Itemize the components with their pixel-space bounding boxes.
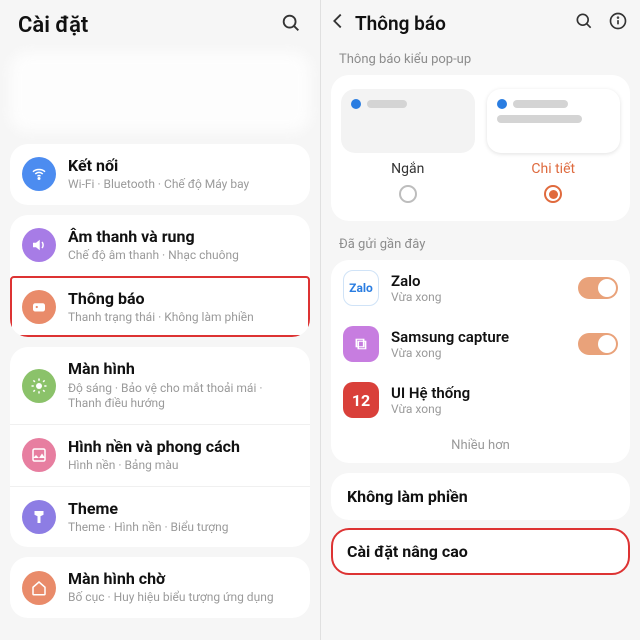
notifications-header: Thông báo (321, 0, 640, 46)
row-title: Hình nền và phong cách (68, 437, 298, 456)
settings-row-sound[interactable]: Âm thanh và rung Chế độ âm thanh · Nhạc c… (10, 215, 310, 276)
popup-style-card: Ngắn Chi tiết (331, 75, 630, 221)
notifications-pane: Thông báo Thông báo kiểu pop-up Ngắn Chi … (320, 0, 640, 640)
app-name: UI Hệ thống (391, 384, 618, 402)
theme-icon (22, 500, 56, 534)
back-icon[interactable] (327, 10, 349, 36)
search-icon[interactable] (574, 11, 594, 35)
settings-row-wallpaper[interactable]: Hình nền và phong cách Hình nền · Bảng mà… (10, 424, 310, 486)
row-subtitle: Theme · Hình nền · Biểu tượng (68, 520, 298, 536)
row-title: Theme (68, 499, 298, 518)
app-row-systemui[interactable]: 12 UI Hệ thốngVừa xong (331, 372, 630, 428)
app-name: Zalo (391, 272, 566, 290)
app-subtitle: Vừa xong (391, 346, 566, 360)
recent-apps-card: ZaloZaloVừa xong⧉Samsung captureVừa xong… (331, 260, 630, 463)
dnd-row[interactable]: Không làm phiền (331, 473, 630, 520)
settings-row-notifications[interactable]: Thông báo Thanh trạng thái · Không làm ph… (10, 276, 310, 338)
sound-icon (22, 228, 56, 262)
homescreen-icon (22, 571, 56, 605)
settings-pane: Cài đặt Kết nối Wi-Fi · Bluetooth · Chế đ… (0, 0, 320, 640)
style-preview (487, 89, 621, 153)
search-icon[interactable] (280, 12, 302, 38)
header-actions (574, 11, 628, 35)
row-title: Màn hình (68, 359, 298, 378)
advanced-settings-row[interactable]: Cài đặt nâng cao (331, 528, 630, 575)
app-subtitle: Vừa xong (391, 290, 566, 304)
more-link[interactable]: Nhiều hơn (331, 428, 630, 463)
style-preview (341, 89, 475, 153)
app-name: Samsung capture (391, 328, 566, 346)
connections-icon (22, 157, 56, 191)
notifications-icon (22, 290, 56, 324)
row-title: Kết nối (68, 156, 298, 175)
row-subtitle: Bố cục · Huy hiệu biểu tượng ứng dụng (68, 590, 298, 606)
row-title: Âm thanh và rung (68, 227, 298, 246)
samsungcapture-icon: ⧉ (343, 326, 379, 362)
app-subtitle: Vừa xong (391, 402, 618, 416)
toggle-switch[interactable] (578, 277, 618, 299)
style-label: Ngắn (391, 161, 424, 177)
recent-label: Đã gửi gần đây (321, 231, 640, 260)
row-subtitle: Thanh trạng thái · Không làm phiền (68, 310, 298, 326)
popup-style-brief[interactable]: Ngắn (341, 89, 475, 203)
settings-header: Cài đặt (0, 0, 320, 52)
popup-style-detailed[interactable]: Chi tiết (487, 89, 621, 203)
row-title: Màn hình chờ (68, 569, 298, 588)
settings-row-display[interactable]: Màn hình Độ sáng · Bảo vệ cho mắt thoải m… (10, 347, 310, 423)
settings-title: Cài đặt (18, 13, 88, 38)
row-subtitle: Chế độ âm thanh · Nhạc chuông (68, 248, 298, 264)
toggle-switch[interactable] (578, 333, 618, 355)
row-title: Thông báo (68, 289, 298, 308)
wallpaper-icon (22, 438, 56, 472)
row-subtitle: Wi-Fi · Bluetooth · Chế độ Máy bay (68, 177, 298, 193)
settings-row-homescreen[interactable]: Màn hình chờ Bố cục · Huy hiệu biểu tượng… (10, 557, 310, 618)
radio-icon[interactable] (399, 185, 417, 203)
app-row-samsungcapture[interactable]: ⧉ Samsung captureVừa xong (331, 316, 630, 372)
profile-card[interactable] (10, 52, 310, 132)
zalo-icon: Zalo (343, 270, 379, 306)
settings-list: Kết nối Wi-Fi · Bluetooth · Chế độ Máy ba… (0, 144, 320, 628)
display-icon (22, 369, 56, 403)
app-row-zalo[interactable]: ZaloZaloVừa xong (331, 260, 630, 316)
systemui-icon: 12 (343, 382, 379, 418)
info-icon[interactable] (608, 11, 628, 35)
radio-icon[interactable] (544, 185, 562, 203)
popup-style-label: Thông báo kiểu pop-up (321, 46, 640, 75)
notifications-title: Thông báo (355, 12, 568, 35)
row-subtitle: Độ sáng · Bảo vệ cho mắt thoải mái · Tha… (68, 381, 298, 412)
settings-row-theme[interactable]: Theme Theme · Hình nền · Biểu tượng (10, 486, 310, 548)
settings-row-connections[interactable]: Kết nối Wi-Fi · Bluetooth · Chế độ Máy ba… (10, 144, 310, 205)
style-label: Chi tiết (531, 161, 575, 177)
row-subtitle: Hình nền · Bảng màu (68, 458, 298, 474)
